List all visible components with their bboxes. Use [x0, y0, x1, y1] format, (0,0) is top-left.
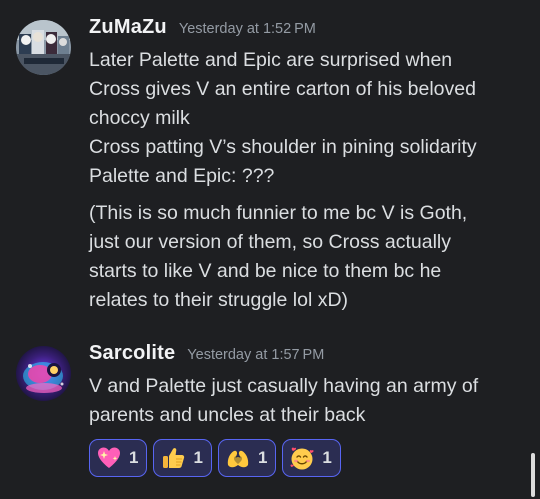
reaction-count: 1: [193, 448, 203, 467]
reaction-thumbs-up[interactable]: 1: [153, 439, 212, 477]
heart-hands-icon: [225, 445, 251, 471]
smiling-face-with-hearts-icon: [289, 445, 315, 471]
username[interactable]: ZuMaZu: [89, 16, 167, 39]
message-line: choccy milk: [89, 107, 190, 129]
message-line: Later Palette and Epic are surprised whe…: [89, 49, 453, 71]
timestamp[interactable]: Yesterday at 1:52 PM: [179, 21, 316, 37]
message-line: (This is so much funnier to me bc V is G…: [89, 202, 468, 224]
timestamp[interactable]: Yesterday at 1:57 PM: [187, 347, 324, 363]
reaction-smiling-face-with-hearts[interactable]: 1: [282, 439, 341, 477]
message-line: Cross gives V an entire carton of his be…: [89, 78, 476, 100]
sparkling-heart-icon: [96, 445, 122, 471]
message-body: V and Palette just casually having an ar…: [89, 372, 528, 430]
message-line: starts to like V and be nice to them bc …: [89, 260, 442, 282]
user-avatar-sarcolite[interactable]: [16, 346, 71, 401]
message-body: Later Palette and Epic are surprised whe…: [89, 46, 528, 315]
reaction-count: 1: [129, 448, 139, 467]
reaction-sparkling-heart[interactable]: 1: [89, 439, 148, 477]
reaction-count: 1: [257, 448, 268, 467]
message-line: relates to their struggle lol xD): [89, 289, 349, 311]
message-line: V and Palette just casually having an ar…: [89, 375, 479, 397]
message-line: Cross patting V’s shoulder in pining sol…: [89, 136, 477, 158]
message-line: just our version of them, so Cross actua…: [89, 231, 451, 253]
message-line: parents and uncles at their back: [89, 404, 366, 426]
scrollbar-thumb[interactable]: [531, 453, 535, 497]
message-line: Palette and Epic: ???: [89, 165, 275, 187]
reaction-count: 1: [322, 448, 332, 467]
reaction-heart-hands[interactable]: 1: [217, 439, 277, 477]
reactions-bar: 1 1 1 1: [89, 439, 528, 477]
thumbs-up-icon: [160, 445, 186, 471]
username[interactable]: Sarcolite: [89, 342, 175, 365]
user-avatar-zumazu[interactable]: [16, 20, 71, 75]
